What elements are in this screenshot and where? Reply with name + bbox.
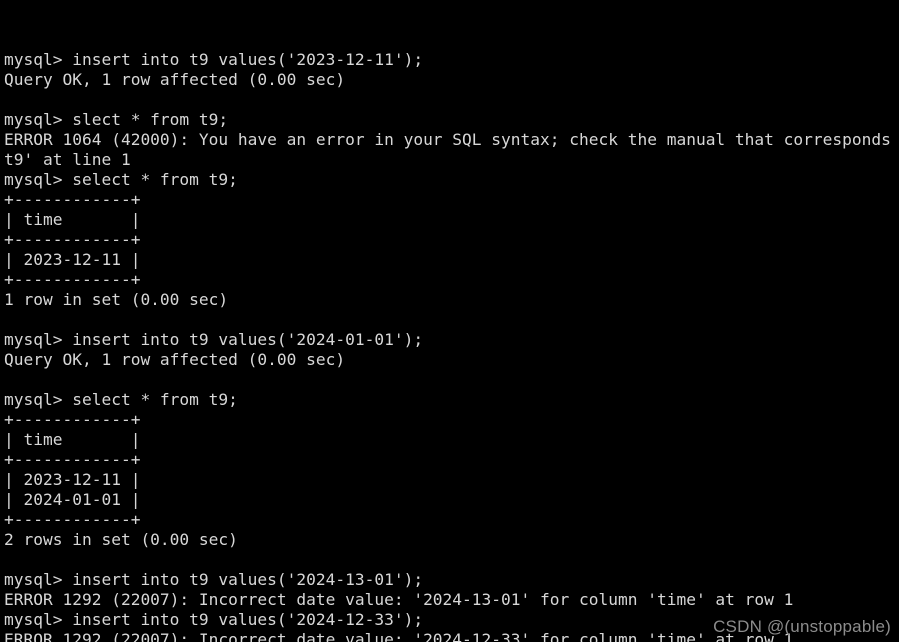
terminal-line: Query OK, 1 row affected (0.00 sec): [4, 350, 346, 369]
terminal-line: mysql> insert into t9 values('2023-12-11…: [4, 50, 424, 69]
terminal-line: +------------+: [4, 510, 141, 529]
terminal-line: mysql> select * from t9;: [4, 390, 238, 409]
terminal-line: 2 rows in set (0.00 sec): [4, 530, 238, 549]
terminal-line: +------------+: [4, 450, 141, 469]
terminal-line: +------------+: [4, 270, 141, 289]
terminal-line: mysql> insert into t9 values('2024-13-01…: [4, 570, 424, 589]
terminal-output: mysql> insert into t9 values('2023-12-11…: [4, 50, 899, 642]
terminal-line: mysql> insert into t9 values('2024-01-01…: [4, 330, 424, 349]
terminal-line: ERROR 1292 (22007): Incorrect date value…: [4, 590, 794, 609]
terminal-line: +------------+: [4, 230, 141, 249]
terminal-line: | time |: [4, 210, 141, 229]
terminal-line: ERROR 1064 (42000): You have an error in…: [4, 130, 891, 149]
terminal-line: +------------+: [4, 410, 141, 429]
terminal-line: mysql> slect * from t9;: [4, 110, 229, 129]
terminal-line: +------------+: [4, 190, 141, 209]
terminal-line: | 2023-12-11 |: [4, 470, 141, 489]
terminal-line: 1 row in set (0.00 sec): [4, 290, 229, 309]
terminal-line: Query OK, 1 row affected (0.00 sec): [4, 70, 346, 89]
terminal-line: | 2024-01-01 |: [4, 490, 141, 509]
watermark-label: CSDN @(unstoppable): [713, 617, 891, 636]
terminal-line: | 2023-12-11 |: [4, 250, 141, 269]
terminal-line: mysql> select * from t9;: [4, 170, 238, 189]
terminal-line: | time |: [4, 430, 141, 449]
terminal-window[interactable]: mysql> insert into t9 values('2023-12-11…: [0, 0, 899, 642]
terminal-line: t9' at line 1: [4, 150, 131, 169]
